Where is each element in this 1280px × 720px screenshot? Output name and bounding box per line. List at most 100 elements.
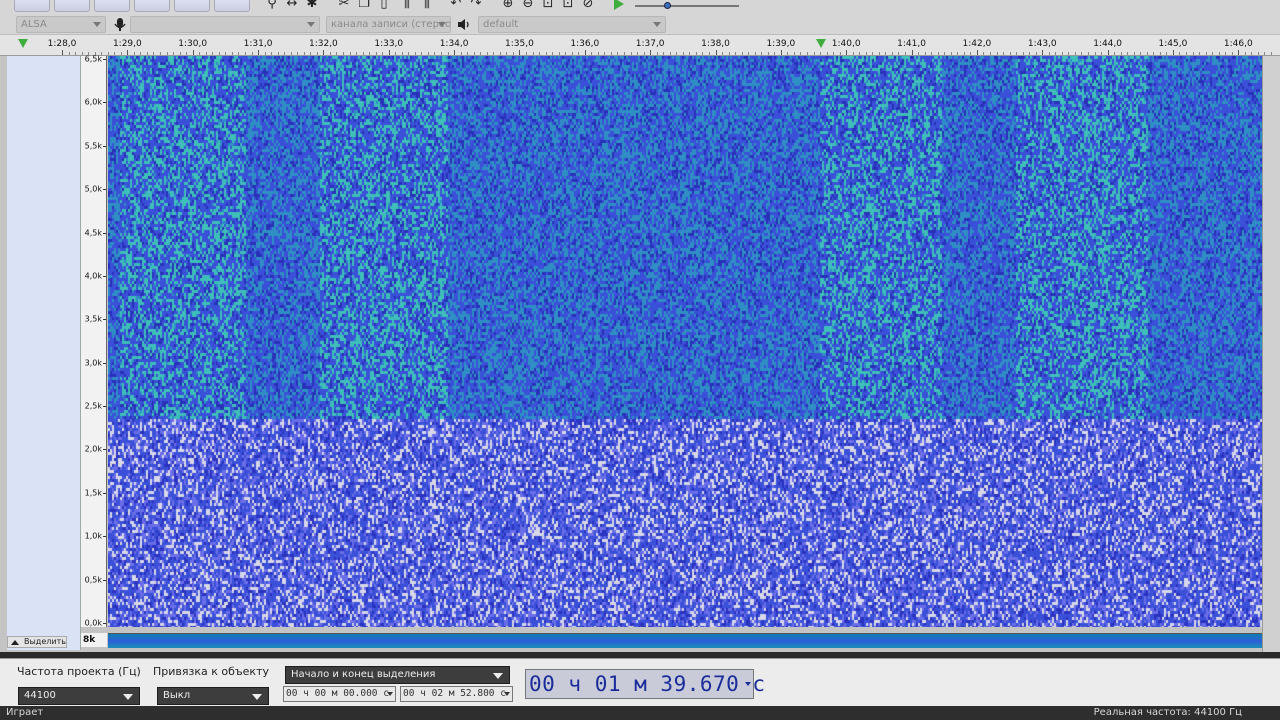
ruler-tick bbox=[793, 52, 795, 55]
ruler-tick bbox=[957, 52, 959, 55]
project-rate-select[interactable]: 44100 bbox=[18, 687, 140, 705]
undo-icon[interactable]: ↶ bbox=[449, 0, 463, 11]
chevron-down-icon bbox=[653, 22, 661, 27]
ruler-tick bbox=[650, 50, 652, 55]
zoom-out-icon[interactable]: ⊖ bbox=[521, 0, 535, 11]
track-control-panel[interactable] bbox=[7, 56, 81, 650]
zoom-toggle-icon[interactable]: ⊘ bbox=[581, 0, 595, 11]
ruler-tick bbox=[414, 52, 416, 55]
ruler-tick bbox=[454, 50, 456, 55]
ruler-tick bbox=[1061, 52, 1063, 55]
snap-to-select[interactable]: Выкл bbox=[157, 687, 269, 705]
ruler-tick bbox=[1257, 52, 1259, 55]
ruler-tick bbox=[173, 52, 175, 55]
multi-tool-icon[interactable]: ✱ bbox=[305, 0, 319, 11]
select-track-button[interactable]: Выделить bbox=[7, 636, 67, 648]
frequency-tick bbox=[103, 189, 106, 191]
transport-button[interactable] bbox=[134, 0, 170, 12]
spectrogram-view[interactable] bbox=[108, 56, 1262, 627]
ruler-tick bbox=[1094, 52, 1096, 55]
recording-channels-select[interactable]: канала записи (стерео) bbox=[326, 16, 451, 33]
ruler-time-label: 1:45,0 bbox=[1158, 39, 1188, 49]
ruler-time-label: 1:35,0 bbox=[505, 39, 534, 49]
fit-project-icon[interactable]: ⊡ bbox=[561, 0, 575, 11]
ruler-tick bbox=[1218, 52, 1220, 55]
trim-icon[interactable]: ⫼ bbox=[400, 0, 414, 11]
ruler-tick bbox=[297, 52, 299, 55]
transport-button[interactable] bbox=[214, 0, 250, 12]
frequency-label: 3,5k bbox=[84, 314, 102, 324]
play-position-marker-icon[interactable] bbox=[816, 39, 826, 48]
play-at-speed-icon[interactable] bbox=[612, 0, 626, 11]
snap-to-label: Привязка к объекту bbox=[153, 665, 269, 678]
ruler-tick bbox=[153, 52, 155, 55]
secondary-track-strip[interactable] bbox=[108, 633, 1262, 648]
ruler-tick bbox=[62, 50, 63, 55]
audio-host-select[interactable]: ALSA bbox=[16, 16, 106, 33]
ruler-tick bbox=[898, 52, 900, 55]
transport-button[interactable] bbox=[14, 0, 50, 12]
selection-mode-select[interactable]: Начало и конец выделения bbox=[285, 666, 510, 684]
vertical-scrollbar[interactable] bbox=[1262, 56, 1280, 652]
ruler-tick bbox=[408, 52, 410, 55]
ruler-tick bbox=[467, 52, 469, 55]
ruler-tick bbox=[421, 52, 423, 55]
ruler-tick bbox=[271, 52, 273, 55]
chevron-down-icon bbox=[252, 694, 262, 700]
ruler-time-label: 1:32,0 bbox=[308, 39, 338, 49]
zoom-icon[interactable]: ⚲ bbox=[265, 0, 279, 11]
ruler-tick bbox=[395, 52, 397, 55]
cut-icon[interactable]: ✂ bbox=[337, 0, 351, 11]
ruler-tick bbox=[1081, 52, 1083, 55]
zoom-in-icon[interactable]: ⊕ bbox=[501, 0, 515, 11]
selection-start-field[interactable]: 00 ч 00 м 00.000 с bbox=[283, 686, 396, 702]
ruler-tick bbox=[493, 52, 495, 55]
redo-icon[interactable]: ↷ bbox=[469, 0, 483, 11]
frequency-label: 2,0k bbox=[84, 444, 102, 454]
ruler-tick bbox=[238, 52, 240, 55]
ruler-tick bbox=[532, 52, 534, 55]
recording-device-select[interactable] bbox=[130, 16, 320, 33]
ruler-tick bbox=[133, 52, 135, 55]
timeshift-icon[interactable]: ↔ bbox=[285, 0, 299, 11]
frequency-tick bbox=[103, 362, 106, 364]
ruler-time-label: 1:30,0 bbox=[178, 39, 208, 49]
ruler-tick bbox=[989, 52, 991, 55]
ruler-tick bbox=[244, 52, 246, 55]
audio-position-display[interactable]: 00 ч 01 м 39.670 с bbox=[525, 669, 765, 699]
ruler-tick bbox=[806, 52, 808, 55]
playback-device-select[interactable]: default bbox=[478, 16, 666, 33]
ruler-tick bbox=[780, 50, 782, 55]
project-rate-label: Частота проекта (Гц) bbox=[17, 665, 141, 678]
ruler-tick bbox=[192, 50, 194, 55]
ruler-tick bbox=[637, 52, 639, 55]
paste-icon[interactable]: ▯ bbox=[377, 0, 391, 11]
silence-icon[interactable]: ⫼ bbox=[420, 0, 434, 11]
transport-button[interactable] bbox=[174, 0, 210, 12]
audio-position-value: 00 ч 01 м 39.670 с bbox=[529, 672, 766, 696]
frequency-axis[interactable]: 6,5k 6,0k 5,5k 5,0k 4,5k 4,0k 3,5k 3,0k 2,5k 2,0k… bbox=[81, 54, 107, 628]
ruler-tick bbox=[682, 52, 684, 55]
copy-icon[interactable]: ❐ bbox=[357, 0, 371, 11]
selection-mode-value: Начало и конец выделения bbox=[291, 669, 436, 680]
fit-selection-icon[interactable]: ⊡ bbox=[541, 0, 555, 11]
ruler-tick bbox=[761, 52, 763, 55]
ruler-tick bbox=[1029, 52, 1031, 55]
ruler-tick bbox=[539, 52, 541, 55]
playback-speed-slider[interactable] bbox=[635, 5, 739, 7]
timeline-ruler[interactable]: 1:28,0 1:29,0 1:30,0 1:31,0 1:32,0 1:33,0 1:34… bbox=[0, 35, 1280, 56]
transport-button[interactable] bbox=[94, 0, 130, 12]
selection-start-value: 00 ч 00 м 00.000 с bbox=[286, 688, 389, 699]
ruler-tick bbox=[323, 50, 325, 55]
play-head-marker-icon[interactable] bbox=[18, 39, 28, 48]
playback-speed-thumb[interactable] bbox=[664, 2, 671, 9]
transport-button[interactable] bbox=[54, 0, 90, 12]
frequency-label: 1,5k bbox=[84, 488, 102, 498]
selection-end-field[interactable]: 00 ч 02 м 52.800 с bbox=[400, 686, 513, 702]
ruler-tick bbox=[114, 52, 116, 55]
ruler-tick bbox=[1225, 52, 1227, 55]
chevron-down-icon bbox=[387, 692, 393, 696]
frequency-label: 6,5k bbox=[84, 54, 102, 64]
ruler-tick bbox=[741, 52, 743, 55]
ruler-tick bbox=[388, 50, 390, 55]
